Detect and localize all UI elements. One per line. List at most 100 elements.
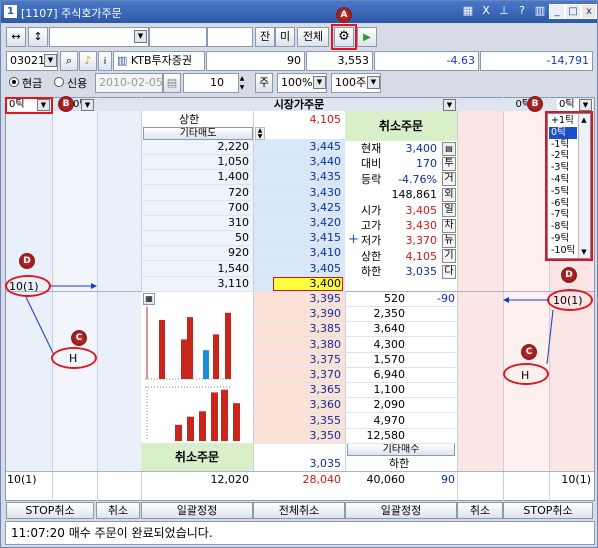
all-button[interactable]: 전체 [297,27,329,47]
tick-option[interactable]: -6틱 [549,198,577,210]
tick-option[interactable]: -1틱 [549,139,577,151]
ask-price[interactable]: 3,400 [253,277,342,290]
bid-price[interactable]: 3,395 [253,292,342,305]
password-field[interactable] [207,27,253,47]
bid-price[interactable]: 3,390 [253,307,342,320]
total-ask-diff: 28,040 [302,473,342,486]
cancel-order-bottom[interactable]: 취소주문 [141,443,253,471]
calendar-button[interactable]: ▤ [163,73,181,93]
help-icon[interactable]: ? [515,4,529,17]
bottom-button[interactable]: 일괄정정 [141,502,253,519]
badge-c-left: C [71,330,87,346]
ask-price[interactable]: 3,405 [253,262,342,275]
tick-option[interactable]: -7틱 [549,209,577,221]
bid-price[interactable]: 3,380 [253,338,342,351]
bottom-button[interactable]: STOP취소 [6,502,94,519]
stock-code-dropdown[interactable]: ▼ [44,54,57,67]
tick-option[interactable]: -9틱 [549,233,577,245]
badge-b-right: B [527,96,543,112]
ask-price[interactable]: 3,445 [253,140,342,153]
other-sell-button[interactable]: 기타매도 [143,127,253,140]
side-tab[interactable]: 다 [442,264,456,279]
tick-option[interactable]: -8틱 [549,221,577,233]
other-buy-button[interactable]: 기타매수 [347,443,455,456]
account-name-field [149,27,207,47]
alarm-button[interactable]: ♪ [79,51,97,71]
tick-option[interactable]: -5틱 [549,186,577,198]
cancel-order-top[interactable]: 취소주문 [345,111,457,141]
highlight-settings [331,24,357,50]
total-bid-diff: 90 [441,473,455,486]
chart-bar [203,350,209,379]
credit-radio[interactable] [54,77,64,87]
window: 1 [1107] 주식호가주문 ▦ X ⊥ ? ▥ _ □ x ↔ ↕ ▼ 잔 … [0,0,598,548]
tick-option[interactable]: -3틱 [549,162,577,174]
x-icon[interactable]: X [479,4,493,17]
ask-price[interactable]: 3,430 [253,186,342,199]
ask-price[interactable]: 3,440 [253,155,342,168]
bid-price[interactable]: 3,360 [253,398,342,411]
bottom-button[interactable]: 일괄정정 [345,502,457,519]
cash-radio[interactable] [9,77,19,87]
side-tab[interactable]: 투 [442,157,456,171]
search-button[interactable]: ⌕ [60,51,78,71]
ask-qty: 1,540 [217,261,250,275]
pin-icon[interactable]: ⊥ [497,4,511,17]
right-tick-dropdown[interactable]: ▼ [579,99,592,111]
bid-diff: -90 [437,292,455,305]
export-button[interactable]: ▶ [357,27,377,47]
info-label: 대비 [361,157,382,171]
share-qty-dropdown[interactable]: ▼ [367,76,380,89]
swap-vertical-button[interactable]: ↕ [28,27,48,47]
tile-icon[interactable]: ▥ [533,4,547,17]
side-tab[interactable]: 차 [442,218,456,233]
account-dropdown[interactable]: ▼ [134,30,147,43]
left-tick2-dropdown[interactable]: ▼ [81,99,94,111]
side-tab[interactable]: 뉴 [442,234,456,248]
tick-option[interactable]: -2틱 [549,150,577,162]
ask-price[interactable]: 3,415 [253,231,342,244]
bid-price[interactable]: 3,355 [253,414,342,427]
bottom-button[interactable]: 취소 [457,502,503,519]
grid-icon[interactable]: ▦ [461,4,475,17]
bid-price[interactable]: 3,350 [253,429,342,442]
tick-option[interactable]: -10틱 [549,245,577,257]
date-field[interactable]: 2010-02-05 [95,73,163,93]
other-sell-spinner[interactable]: ▲ ▼ [255,127,265,140]
tick-option[interactable]: 0틱 [549,126,577,139]
ask-price[interactable]: 3,420 [253,216,342,229]
info-label: 현재 [361,142,382,155]
qty-input[interactable]: 10 [183,73,239,93]
minimize-button[interactable]: _ [549,4,565,19]
side-tab-icon[interactable]: ▤ [442,142,456,156]
bottom-button[interactable]: 취소 [96,502,140,519]
tick-option[interactable]: +1틱 [549,115,577,127]
maximize-button[interactable]: □ [565,4,581,19]
highlight-left-tick [5,97,53,114]
chart-bar [221,389,228,441]
mini-bar-chart [145,307,240,441]
bid-price[interactable]: 3,385 [253,322,342,335]
qty-unit-button[interactable]: 주 [255,73,273,93]
unfilled-button[interactable]: 미 [275,27,295,47]
side-tab[interactable]: 기 [442,249,456,264]
qty-spinner[interactable]: ▲ ▼ [237,74,247,92]
bid-price[interactable]: 3,365 [253,383,342,396]
balance-button[interactable]: 잔 [255,27,275,47]
bid-price[interactable]: 3,375 [253,353,342,366]
bottom-button[interactable]: STOP취소 [503,502,593,519]
tick-option[interactable]: -4틱 [549,174,577,186]
bid-price[interactable]: 3,370 [253,368,342,381]
side-tab[interactable]: 거 [442,172,456,187]
side-tab[interactable]: 외 [442,187,456,202]
side-tab[interactable]: 일 [442,203,456,218]
close-button[interactable]: x [581,4,597,19]
ask-price[interactable]: 3,410 [253,246,342,259]
header-dropdown[interactable]: ▼ [443,99,456,111]
pct-dropdown[interactable]: ▼ [313,76,326,89]
bottom-button[interactable]: 전체취소 [253,502,345,519]
swap-horizontal-button[interactable]: ↔ [6,27,26,47]
ask-price[interactable]: 3,435 [253,170,342,183]
ask-price[interactable]: 3,425 [253,201,342,214]
info-button[interactable]: i [98,51,112,71]
